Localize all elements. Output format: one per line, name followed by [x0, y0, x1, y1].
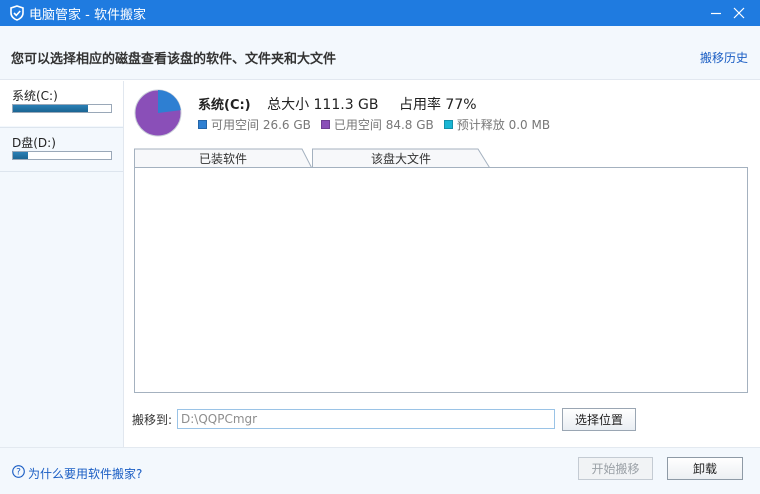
tab-large-files[interactable]: 该盘大文件 [312, 148, 490, 168]
help-circle-icon[interactable]: ? [12, 465, 25, 478]
disk-name: 系统(C:) [198, 98, 251, 113]
start-move-button[interactable]: 开始搬移 [578, 457, 653, 480]
drive-label: 系统(C:) [12, 89, 58, 103]
legend-label: 可用空间 26.6 GB [211, 118, 311, 132]
header-panel: 您可以选择相应的磁盘查看该盘的软件、文件夹和大文件 搬移历史 [0, 26, 760, 80]
minimize-icon [711, 12, 721, 15]
tab-installed-software[interactable]: 已装软件 [134, 148, 312, 168]
legend-release: 预计释放 0.0 MB [443, 116, 551, 133]
uninstall-button[interactable]: 卸载 [667, 457, 743, 480]
free-space-slice [158, 90, 181, 113]
drive-usage-fill [13, 105, 89, 112]
disk-summary: 系统(C:) 总大小 111.3 GB 占用率 77% [198, 94, 477, 114]
legend-label: 已用空间 84.8 GB [333, 118, 434, 132]
legend-swatch [320, 120, 330, 129]
why-use-link[interactable]: 为什么要用软件搬家? [28, 465, 142, 482]
move-path-input[interactable] [177, 409, 555, 429]
disk-total-size: 总大小 111.3 GB [267, 97, 379, 113]
drive-item-c[interactable]: 系统(C:) [0, 81, 123, 126]
choose-location-button[interactable]: 选择位置 [562, 408, 636, 431]
drive-item-d[interactable]: D盘(D:) [0, 127, 123, 172]
svg-text:?: ? [16, 468, 21, 478]
software-list[interactable] [134, 167, 748, 393]
footer-bar: ? 为什么要用软件搬家? 开始搬移 卸载 [0, 447, 760, 494]
main-panel: 系统(C:) 总大小 111.3 GB 占用率 77% 可用空间 26.6 GB… [124, 81, 760, 447]
disk-usage-pie [134, 89, 182, 137]
close-icon [733, 7, 745, 19]
drive-usage-fill [13, 152, 28, 159]
drive-usage-bar [12, 104, 112, 113]
window-title: 电脑管家 - 软件搬家 [29, 7, 146, 23]
tab-label: 已装软件 [198, 151, 247, 166]
legend-free: 可用空间 26.6 GB [198, 116, 311, 133]
shield-icon [10, 5, 24, 21]
tab-label: 该盘大文件 [370, 151, 431, 166]
page-headline: 您可以选择相应的磁盘查看该盘的软件、文件夹和大文件 [11, 52, 337, 67]
drive-usage-bar [12, 151, 112, 160]
legend-label: 预计释放 0.0 MB [456, 118, 551, 132]
move-to-label: 搬移到: [132, 413, 173, 427]
tab-bar: 已装软件 该盘大文件 [134, 148, 748, 168]
disk-legend: 可用空间 26.6 GB 已用空间 84.8 GB 预计释放 0.0 MB [198, 116, 560, 133]
legend-swatch [443, 120, 453, 129]
drive-label: D盘(D:) [12, 136, 56, 150]
drive-sidebar: 系统(C:) D盘(D:) [0, 81, 124, 447]
disk-usage-rate: 占用率 77% [398, 97, 477, 113]
close-button[interactable] [726, 0, 752, 26]
title-bar: 电脑管家 - 软件搬家 [0, 0, 760, 26]
legend-swatch [198, 120, 207, 129]
legend-used: 已用空间 84.8 GB [320, 116, 434, 133]
move-history-link[interactable]: 搬移历史 [700, 49, 748, 66]
